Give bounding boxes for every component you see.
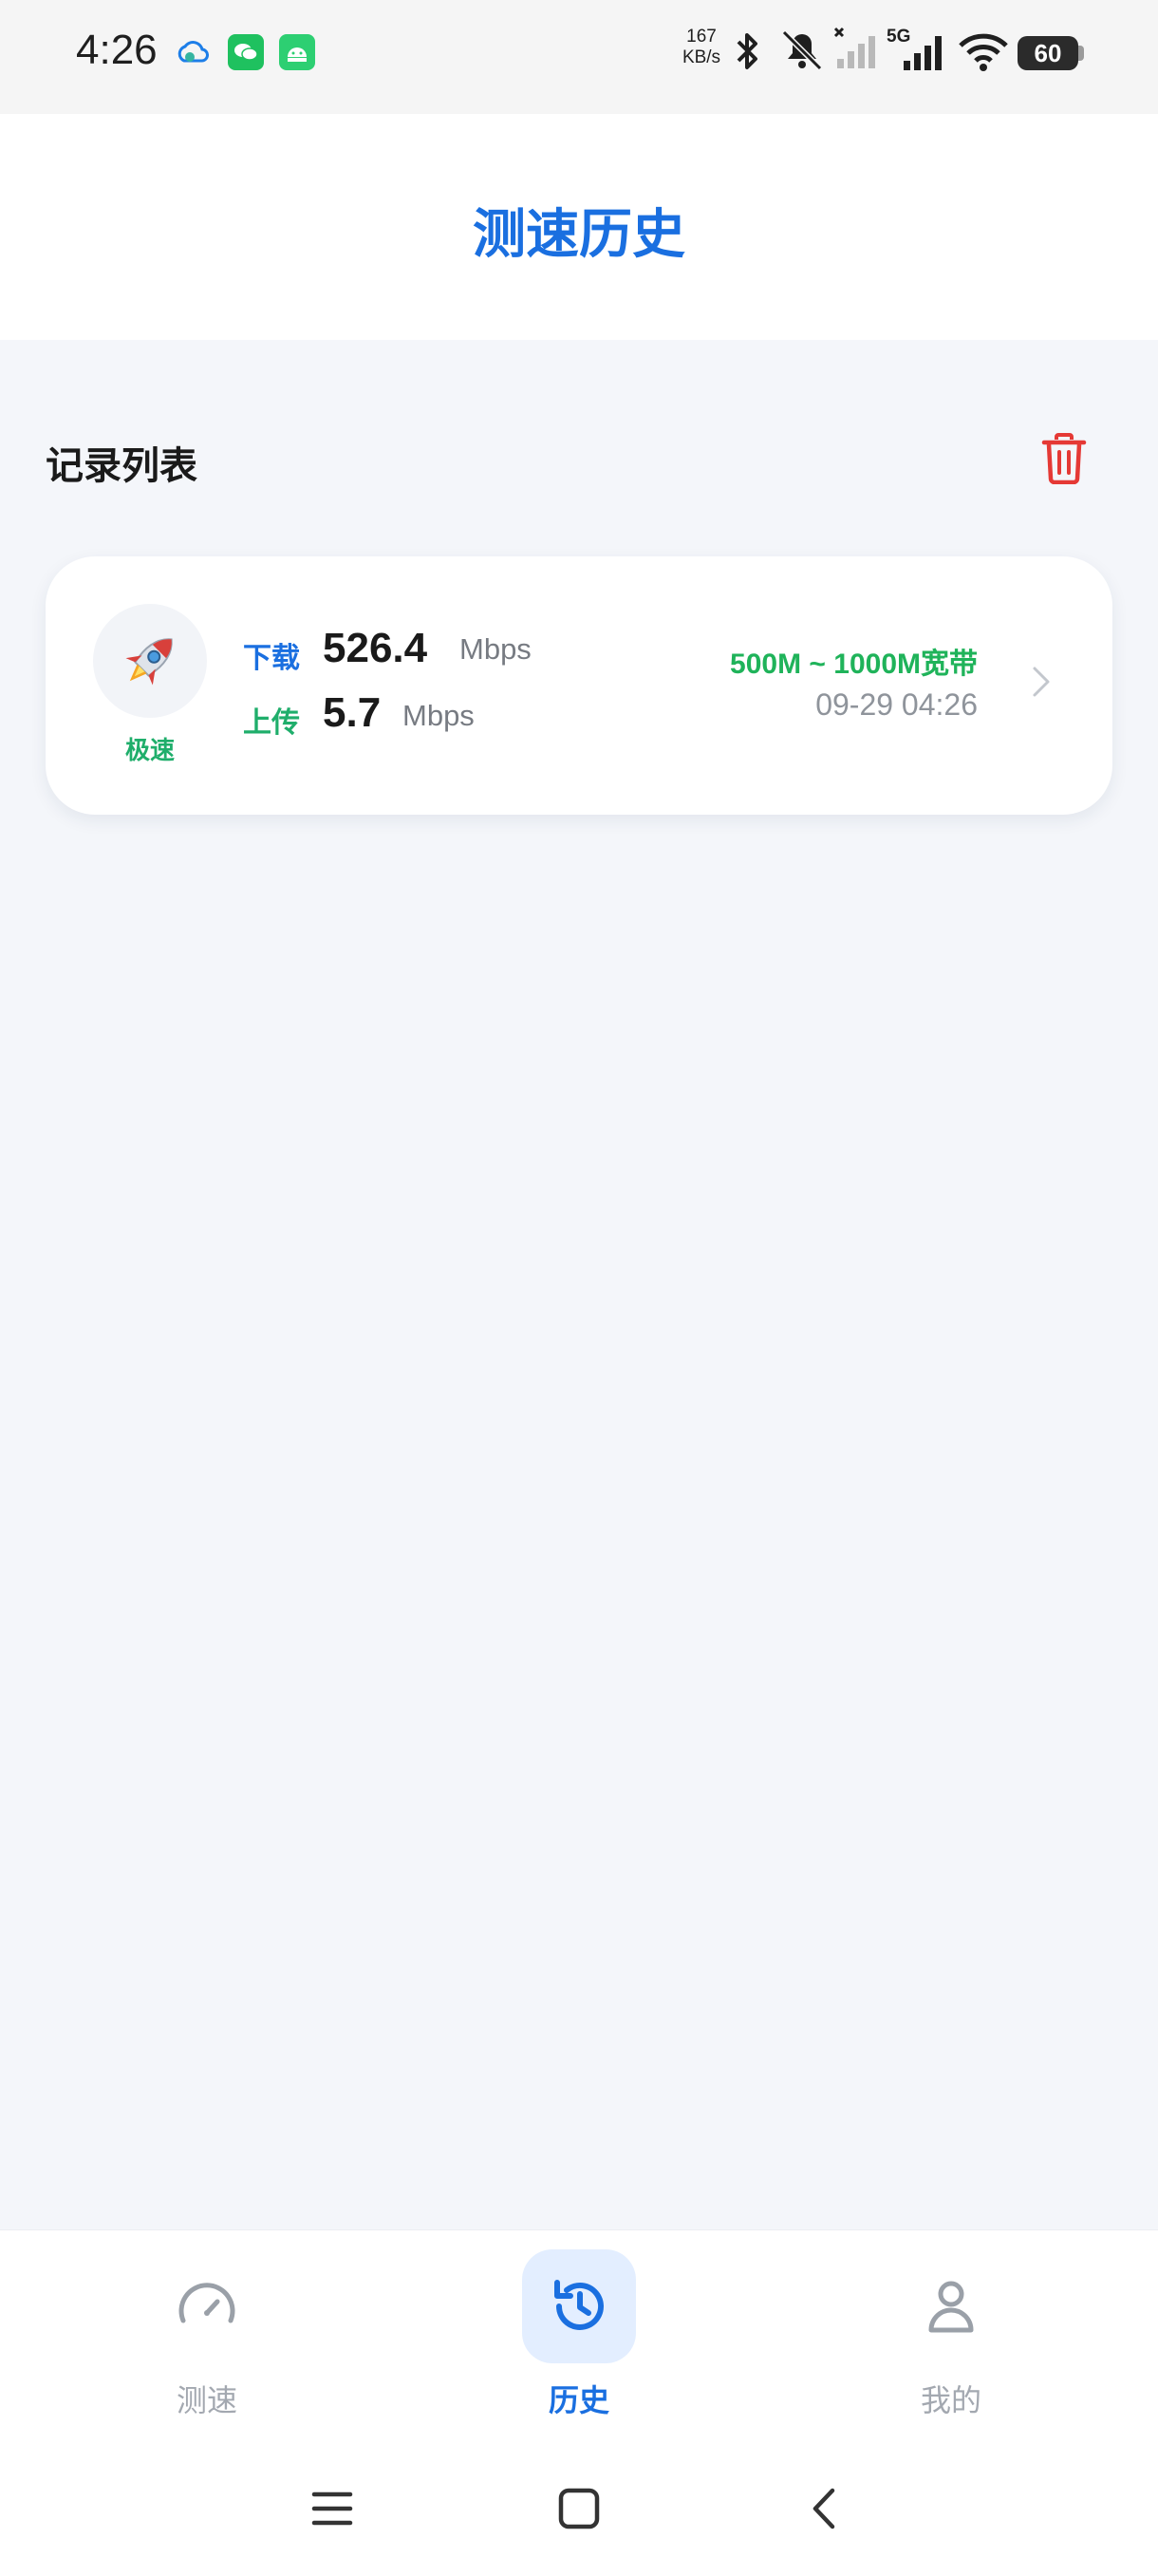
tab-label: 测速 <box>176 2382 237 2418</box>
bandwidth-label: 500M ~ 1000M宽带 <box>730 649 978 680</box>
record-card[interactable]: 极速 下载 526.4 Mbps 上传 5.7 Mbps 500M ~ 1000… <box>46 556 1112 815</box>
trash-icon <box>1041 433 1087 484</box>
battery-level: 60 <box>1034 38 1062 67</box>
system-nav-bar <box>0 2450 1158 2564</box>
tab-speedtest[interactable]: 测速 <box>65 2230 349 2439</box>
battery-icon: 60 <box>1018 36 1078 70</box>
net-speed: 167 KB/s <box>676 27 727 68</box>
download-value: 526.4 <box>323 625 428 671</box>
signal-icon <box>833 27 883 76</box>
tab-history[interactable]: 历史 <box>437 2230 721 2439</box>
nav-icon-box <box>150 2249 264 2363</box>
signal-icon <box>902 34 951 76</box>
nav-icon-box <box>522 2249 636 2363</box>
section-title: 记录列表 <box>46 444 197 488</box>
menu-icon <box>311 2491 353 2526</box>
download-unit: Mbps <box>459 632 532 666</box>
menu-button[interactable] <box>302 2478 363 2539</box>
page-title: 测速历史 <box>473 204 685 266</box>
battery-tip <box>1078 46 1084 61</box>
nav-icon-box <box>894 2249 1008 2363</box>
tab-label: 历史 <box>548 2382 609 2418</box>
wifi-icon <box>959 32 1008 76</box>
upload-unit: Mbps <box>402 699 475 732</box>
android-icon <box>279 34 315 70</box>
user-icon <box>928 2281 974 2333</box>
net-speed-unit: KB/s <box>682 47 721 67</box>
status-time: 4:26 <box>76 27 158 73</box>
home-icon <box>558 2488 600 2529</box>
tab-profile[interactable]: 我的 <box>809 2230 1093 2439</box>
home-button[interactable] <box>549 2478 609 2539</box>
chevron-right-icon <box>1033 667 1050 697</box>
back-icon <box>812 2488 835 2529</box>
history-icon <box>554 2280 604 2330</box>
tab-label: 我的 <box>920 2382 981 2418</box>
speedometer-icon <box>178 2283 235 2323</box>
delete-all-button[interactable] <box>1035 429 1093 488</box>
wechat-icon <box>228 34 264 70</box>
mute-icon <box>778 28 826 76</box>
download-label: 下载 <box>243 642 300 675</box>
upload-value: 5.7 <box>323 689 382 736</box>
bluetooth-icon <box>731 30 765 76</box>
upload-label: 上传 <box>243 706 300 740</box>
rocket-icon <box>93 604 207 718</box>
app-header: 测速历史 <box>0 114 1158 340</box>
record-time: 09-29 04:26 <box>815 687 978 722</box>
speed-level: 极速 <box>124 737 175 765</box>
net-speed-value: 167 <box>686 27 717 47</box>
cloud-icon <box>177 38 209 70</box>
status-bar: 4:26 167 KB/s 5G 60 <box>0 0 1158 114</box>
back-button[interactable] <box>795 2478 856 2539</box>
